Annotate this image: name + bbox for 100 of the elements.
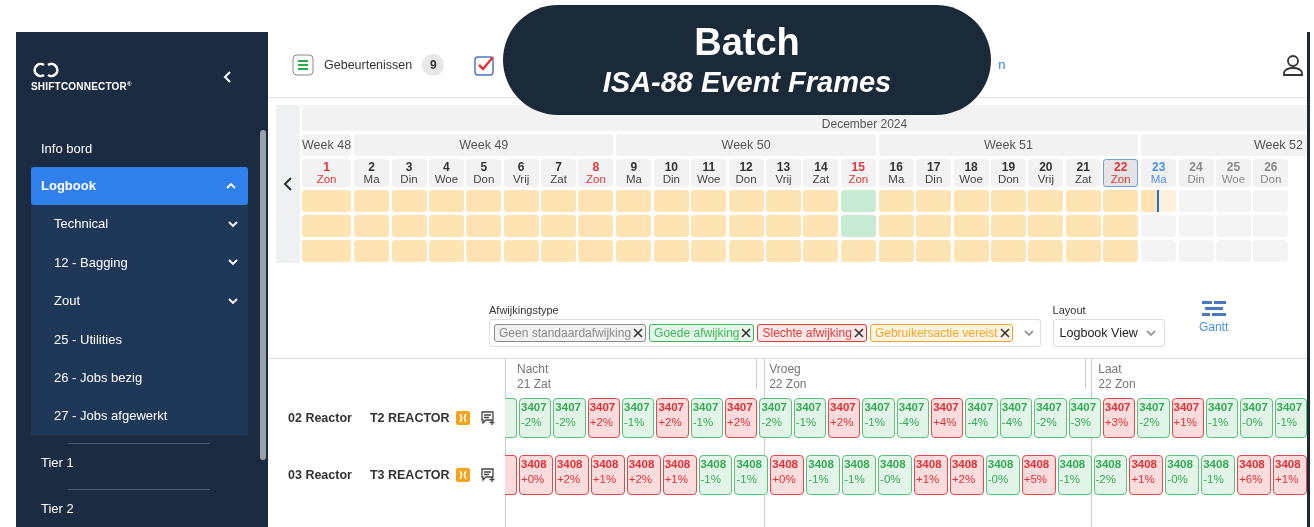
batch-chip[interactable]: 3408 +2%: [949, 454, 984, 495]
batch-chip[interactable]: 3407 -1%: [862, 397, 895, 438]
nav-subitem[interactable]: 26 - Jobs bezig: [31, 358, 248, 397]
gantt-button[interactable]: Gantt: [1198, 300, 1229, 334]
batch-chip[interactable]: 3408 -2%: [1093, 454, 1128, 495]
status-cell[interactable]: [691, 190, 727, 212]
status-cell[interactable]: [878, 240, 914, 262]
close-icon[interactable]: [741, 328, 752, 338]
filter-tag[interactable]: Geen standaardafwijking: [494, 324, 647, 342]
batch-chip[interactable]: 3407 -2%: [519, 397, 552, 438]
status-cell[interactable]: [541, 215, 577, 237]
user-icon[interactable]: [1283, 53, 1303, 76]
day-header[interactable]: 7 Zat: [541, 159, 577, 187]
batch-chip[interactable]: 3407 -2%: [1137, 397, 1170, 438]
status-cell[interactable]: [302, 190, 352, 212]
nav-subitem[interactable]: 27 - Jobs afgewerkt: [31, 396, 248, 435]
status-cell[interactable]: [1103, 240, 1139, 262]
batch-chip[interactable]: 3407 -0%: [1240, 397, 1273, 438]
status-cell[interactable]: [391, 240, 427, 262]
filter-tag[interactable]: Slechte afwijking: [757, 324, 867, 342]
batch-chip[interactable]: 3407 -2%: [759, 397, 792, 438]
batch-chip[interactable]: 3407 +2%: [587, 397, 621, 438]
status-cell[interactable]: [953, 215, 989, 237]
filter-tag[interactable]: Goede afwijking: [649, 324, 755, 342]
status-cell[interactable]: [766, 190, 801, 212]
day-header[interactable]: 10 Din: [653, 159, 689, 187]
day-header[interactable]: 3 Din: [391, 159, 427, 187]
nav-item[interactable]: Info bord: [31, 129, 253, 167]
status-cell[interactable]: [503, 215, 539, 237]
status-cell[interactable]: [428, 190, 464, 212]
day-header[interactable]: 24 Din: [1178, 159, 1214, 187]
status-cell[interactable]: [840, 240, 876, 262]
status-cell[interactable]: [728, 240, 764, 262]
day-header[interactable]: 26 Don: [1253, 159, 1289, 187]
status-cell[interactable]: [354, 240, 390, 262]
day-header[interactable]: 21 Zat: [1065, 159, 1101, 187]
day-header[interactable]: 20 Vrij: [1028, 159, 1064, 187]
status-cell[interactable]: [541, 190, 577, 212]
batch-chip[interactable]: 3407 -3%: [1068, 397, 1101, 438]
status-cell[interactable]: [616, 240, 652, 262]
status-cell[interactable]: [428, 240, 464, 262]
status-cell[interactable]: [803, 215, 839, 237]
status-cell[interactable]: [354, 190, 390, 212]
status-cell[interactable]: [653, 190, 689, 212]
close-icon[interactable]: [633, 328, 644, 338]
nav-item[interactable]: Tier 2: [31, 490, 253, 527]
batch-chip[interactable]: 3408 -1%: [734, 454, 769, 495]
day-header[interactable]: 16 Ma: [878, 159, 914, 187]
batch-chip[interactable]: [505, 454, 517, 495]
batch-chip[interactable]: 3407 -1%: [793, 397, 827, 438]
batch-chip[interactable]: 3407 -1%: [1205, 397, 1239, 438]
status-cell[interactable]: [878, 215, 914, 237]
status-cell[interactable]: [653, 215, 689, 237]
day-header[interactable]: 2 Ma: [354, 159, 390, 187]
status-cell[interactable]: [916, 215, 952, 237]
day-header[interactable]: 12 Don: [728, 159, 764, 187]
status-cell[interactable]: [428, 215, 464, 237]
status-cell[interactable]: [1065, 215, 1101, 237]
day-header[interactable]: 1 Zon: [302, 159, 352, 187]
status-cell[interactable]: [616, 190, 652, 212]
status-cell[interactable]: [578, 190, 614, 212]
day-header[interactable]: 15 Zon: [840, 159, 876, 187]
batch-chip[interactable]: 3408 +1%: [913, 454, 948, 495]
day-header[interactable]: 4 Woe: [428, 159, 464, 187]
batch-chip[interactable]: 3407 -1%: [1274, 397, 1307, 438]
status-cell[interactable]: [1065, 240, 1101, 262]
status-cell[interactable]: [1141, 190, 1177, 212]
status-cell[interactable]: [391, 215, 427, 237]
status-cell[interactable]: [466, 240, 502, 262]
nav-subitem[interactable]: 12 - Bagging: [31, 243, 248, 282]
gantt-icon[interactable]: [1200, 300, 1227, 318]
filter-tag[interactable]: Gebruikersactie vereist: [869, 324, 1013, 342]
batch-chip[interactable]: 3408 -0%: [1165, 454, 1200, 495]
batch-chip[interactable]: 3407 -4%: [999, 397, 1033, 438]
day-header[interactable]: 14 Zat: [803, 159, 839, 187]
events-tab[interactable]: Gebeurtenissen: [324, 57, 413, 72]
status-cell[interactable]: [354, 215, 390, 237]
batch-chip[interactable]: 3408 +2%: [626, 454, 661, 495]
batch-chip[interactable]: 3407 -4%: [896, 397, 930, 438]
day-header[interactable]: 23 Ma: [1141, 159, 1177, 187]
batch-chip[interactable]: 3408 +1%: [662, 454, 697, 495]
status-cell[interactable]: [840, 190, 876, 212]
batch-chip[interactable]: 3408 +6%: [1237, 454, 1272, 495]
status-cell[interactable]: [466, 190, 502, 212]
batch-chip[interactable]: 3408 +1%: [590, 454, 625, 495]
nav-subitem[interactable]: Technical: [31, 204, 248, 244]
status-cell[interactable]: [803, 240, 839, 262]
status-cell[interactable]: [953, 190, 989, 212]
status-cell[interactable]: [916, 190, 952, 212]
status-cell[interactable]: [990, 190, 1026, 212]
status-cell[interactable]: [953, 240, 989, 262]
close-icon[interactable]: [999, 328, 1010, 338]
status-cell[interactable]: [541, 240, 577, 262]
checkbox-icon[interactable]: [474, 53, 497, 76]
day-header[interactable]: 17 Din: [916, 159, 952, 187]
batch-chip[interactable]: 3407 -4%: [965, 397, 998, 438]
status-cell[interactable]: [391, 190, 427, 212]
status-cell[interactable]: [1028, 215, 1064, 237]
status-cell[interactable]: [728, 190, 764, 212]
batch-chip[interactable]: 3408 +1%: [1129, 454, 1164, 495]
